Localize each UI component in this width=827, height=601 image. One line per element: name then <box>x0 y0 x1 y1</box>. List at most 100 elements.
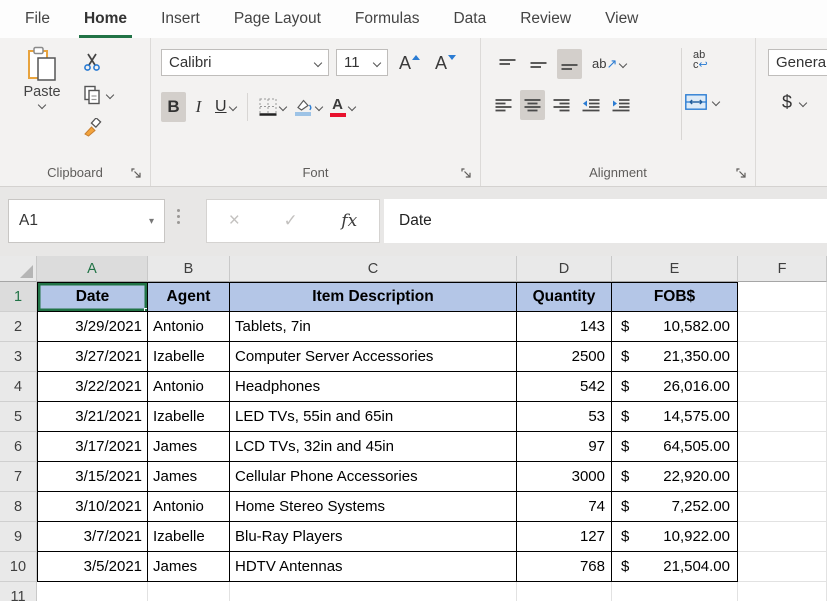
cell-C7[interactable]: Cellular Phone Accessories <box>230 462 517 492</box>
name-box[interactable]: A1 ▾ <box>8 199 165 243</box>
borders-button[interactable] <box>255 92 290 122</box>
cell-F2[interactable] <box>738 312 827 342</box>
row-header-3[interactable]: 3 <box>0 342 37 372</box>
cell-B1[interactable]: Agent <box>148 282 230 312</box>
cell-F11[interactable] <box>738 582 827 601</box>
row-header-6[interactable]: 6 <box>0 432 37 462</box>
font-dialog-launcher[interactable] <box>459 166 473 180</box>
cell-E4[interactable]: $26,016.00 <box>612 372 738 402</box>
column-header-F[interactable]: F <box>738 256 827 282</box>
format-painter-button[interactable] <box>82 116 113 140</box>
cell-C6[interactable]: LCD TVs, 32in and 45in <box>230 432 517 462</box>
cell-A9[interactable]: 3/7/2021 <box>37 522 148 552</box>
accounting-format-button[interactable]: $ <box>782 92 806 113</box>
selection-fill-handle[interactable] <box>144 308 148 312</box>
shrink-font-button[interactable]: A <box>431 52 460 74</box>
orientation-button[interactable]: ab↗ <box>588 49 630 79</box>
align-left-button[interactable] <box>491 90 516 120</box>
cell-D9[interactable]: 127 <box>517 522 612 552</box>
cell-B11[interactable] <box>148 582 230 601</box>
cell-E6[interactable]: $64,505.00 <box>612 432 738 462</box>
cell-E7[interactable]: $22,920.00 <box>612 462 738 492</box>
cell-E10[interactable]: $21,504.00 <box>612 552 738 582</box>
cancel-icon[interactable]: × <box>229 210 240 232</box>
row-header-11[interactable]: 11 <box>0 582 37 601</box>
align-middle-button[interactable] <box>526 49 551 79</box>
cell-C8[interactable]: Home Stereo Systems <box>230 492 517 522</box>
row-header-1[interactable]: 1 <box>0 282 37 312</box>
column-header-D[interactable]: D <box>517 256 612 282</box>
decrease-indent-button[interactable] <box>578 90 604 120</box>
cell-F9[interactable] <box>738 522 827 552</box>
cell-A2[interactable]: 3/29/2021 <box>37 312 148 342</box>
cell-A3[interactable]: 3/27/2021 <box>37 342 148 372</box>
align-center-button[interactable] <box>520 90 545 120</box>
align-right-button[interactable] <box>549 90 574 120</box>
cell-D7[interactable]: 3000 <box>517 462 612 492</box>
cell-D3[interactable]: 2500 <box>517 342 612 372</box>
cell-D5[interactable]: 53 <box>517 402 612 432</box>
cell-A8[interactable]: 3/10/2021 <box>37 492 148 522</box>
tab-formulas[interactable]: Formulas <box>338 0 437 38</box>
row-header-8[interactable]: 8 <box>0 492 37 522</box>
cell-B2[interactable]: Antonio <box>148 312 230 342</box>
alignment-dialog-launcher[interactable] <box>734 166 748 180</box>
column-header-C[interactable]: C <box>230 256 517 282</box>
row-header-10[interactable]: 10 <box>0 552 37 582</box>
cell-A11[interactable] <box>37 582 148 601</box>
column-header-A[interactable]: A <box>37 256 148 282</box>
name-box-dropdown-icon[interactable]: ▾ <box>149 216 154 227</box>
tab-insert[interactable]: Insert <box>144 0 217 38</box>
bold-button[interactable]: B <box>161 92 186 122</box>
underline-button[interactable]: U <box>211 92 240 122</box>
cell-D4[interactable]: 542 <box>517 372 612 402</box>
cell-F3[interactable] <box>738 342 827 372</box>
cell-F8[interactable] <box>738 492 827 522</box>
cell-E9[interactable]: $10,922.00 <box>612 522 738 552</box>
cell-D1[interactable]: Quantity <box>517 282 612 312</box>
increase-indent-button[interactable] <box>608 90 634 120</box>
align-top-button[interactable] <box>495 49 520 79</box>
row-header-5[interactable]: 5 <box>0 402 37 432</box>
font-size-combo[interactable]: 11 <box>336 49 388 76</box>
cell-B10[interactable]: James <box>148 552 230 582</box>
formula-bar-grip[interactable] <box>177 209 180 224</box>
number-format-combo[interactable]: General <box>768 49 827 76</box>
cell-A10[interactable]: 3/5/2021 <box>37 552 148 582</box>
cell-A6[interactable]: 3/17/2021 <box>37 432 148 462</box>
select-all-button[interactable] <box>0 256 37 282</box>
column-header-E[interactable]: E <box>612 256 738 282</box>
cell-C3[interactable]: Computer Server Accessories <box>230 342 517 372</box>
cell-C5[interactable]: LED TVs, 55in and 65in <box>230 402 517 432</box>
fill-color-button[interactable] <box>290 92 326 122</box>
cell-A1[interactable]: Date <box>37 282 148 312</box>
enter-icon[interactable]: ✓ <box>283 211 297 231</box>
cell-B5[interactable]: Izabelle <box>148 402 230 432</box>
merge-center-button[interactable] <box>685 94 719 110</box>
cut-button[interactable] <box>82 50 113 74</box>
cell-D10[interactable]: 768 <box>517 552 612 582</box>
row-header-2[interactable]: 2 <box>0 312 37 342</box>
cell-C10[interactable]: HDTV Antennas <box>230 552 517 582</box>
font-name-combo[interactable]: Calibri <box>161 49 329 76</box>
formula-input[interactable]: Date <box>384 199 827 243</box>
tab-file[interactable]: File <box>8 0 67 38</box>
row-header-4[interactable]: 4 <box>0 372 37 402</box>
cell-D6[interactable]: 97 <box>517 432 612 462</box>
cell-D11[interactable] <box>517 582 612 601</box>
cell-F5[interactable] <box>738 402 827 432</box>
cell-F6[interactable] <box>738 432 827 462</box>
row-header-9[interactable]: 9 <box>0 522 37 552</box>
tab-view[interactable]: View <box>588 0 655 38</box>
cell-D8[interactable]: 74 <box>517 492 612 522</box>
font-color-button[interactable]: A <box>326 92 359 122</box>
align-bottom-button[interactable] <box>557 49 582 79</box>
grow-font-button[interactable]: A <box>395 52 424 74</box>
cell-B9[interactable]: Izabelle <box>148 522 230 552</box>
cell-E2[interactable]: $10,582.00 <box>612 312 738 342</box>
cell-E1[interactable]: FOB$ <box>612 282 738 312</box>
cell-F7[interactable] <box>738 462 827 492</box>
cell-F4[interactable] <box>738 372 827 402</box>
paste-button[interactable]: Paste <box>14 46 70 108</box>
cell-C11[interactable] <box>230 582 517 601</box>
